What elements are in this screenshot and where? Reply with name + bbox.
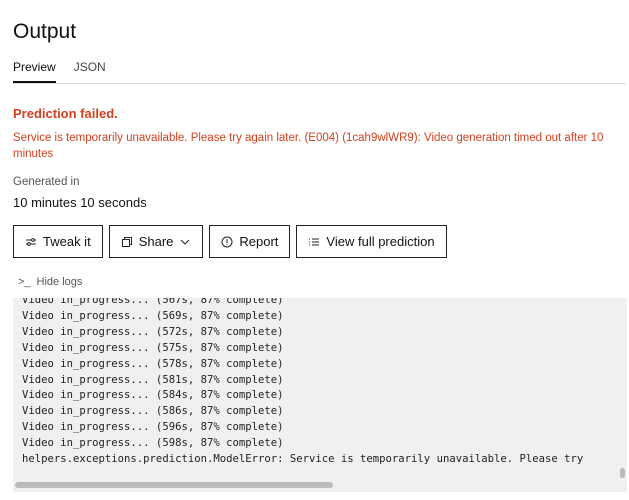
log-line: Video in_progress... (581s, 87% complete… [22, 373, 284, 386]
copy-icon [121, 236, 132, 247]
page-title: Output [13, 20, 77, 43]
tab-preview[interactable]: Preview [13, 60, 56, 83]
hide-logs-label: Hide logs [36, 276, 83, 288]
error-message: Service is temporarily unavailable. Plea… [13, 132, 604, 160]
tweak-button[interactable]: Tweak it [13, 225, 103, 258]
log-line: Video in_progress... (578s, 87% complete… [22, 357, 284, 370]
report-label: Report [239, 234, 279, 249]
log-line: Video in_progress... (575s, 87% complete… [22, 341, 284, 354]
share-label: Share [138, 234, 174, 249]
tab-bar: Preview JSON [13, 60, 626, 84]
tweak-label: Tweak it [43, 234, 91, 249]
hide-logs-toggle[interactable]: >_ Hide logs [18, 276, 82, 288]
tab-json[interactable]: JSON [74, 60, 106, 83]
action-buttons: Tweak it Share Report View full predicti… [13, 225, 447, 258]
share-button[interactable]: Share [108, 225, 204, 258]
error-title: Prediction failed. [13, 106, 118, 121]
log-line: Video in_progress... (596s, 87% complete… [22, 421, 284, 434]
log-line: Video in_progress... (584s, 87% complete… [22, 389, 284, 402]
log-lines: Video in_progress... (567s, 87% complete… [13, 298, 627, 468]
view-full-prediction-button[interactable]: View full prediction [296, 225, 447, 258]
terminal-icon: >_ [18, 276, 31, 288]
report-button[interactable]: Report [209, 225, 291, 258]
sliders-icon [26, 237, 36, 246]
log-line: helpers.exceptions.prediction.ModelError… [22, 453, 584, 466]
view-full-label: View full prediction [326, 234, 435, 249]
log-output[interactable]: Video in_progress... (567s, 87% complete… [13, 298, 627, 492]
generated-label: Generated in [13, 176, 80, 188]
log-line: Video in_progress... (572s, 87% complete… [22, 325, 284, 338]
alert-circle-icon [221, 236, 233, 247]
log-line: Video in_progress... (569s, 87% complete… [22, 309, 284, 322]
vertical-scrollbar[interactable] [620, 468, 625, 478]
log-line: Video in_progress... (586s, 87% complete… [22, 405, 284, 418]
generated-value: 10 minutes 10 seconds [13, 195, 147, 210]
horizontal-scrollbar[interactable] [15, 482, 333, 488]
list-icon [309, 238, 320, 245]
chevron-down-icon [181, 239, 190, 245]
log-line: Video in_progress... (598s, 87% complete… [22, 437, 284, 450]
log-line: Video in_progress... (567s, 87% complete… [22, 298, 284, 306]
